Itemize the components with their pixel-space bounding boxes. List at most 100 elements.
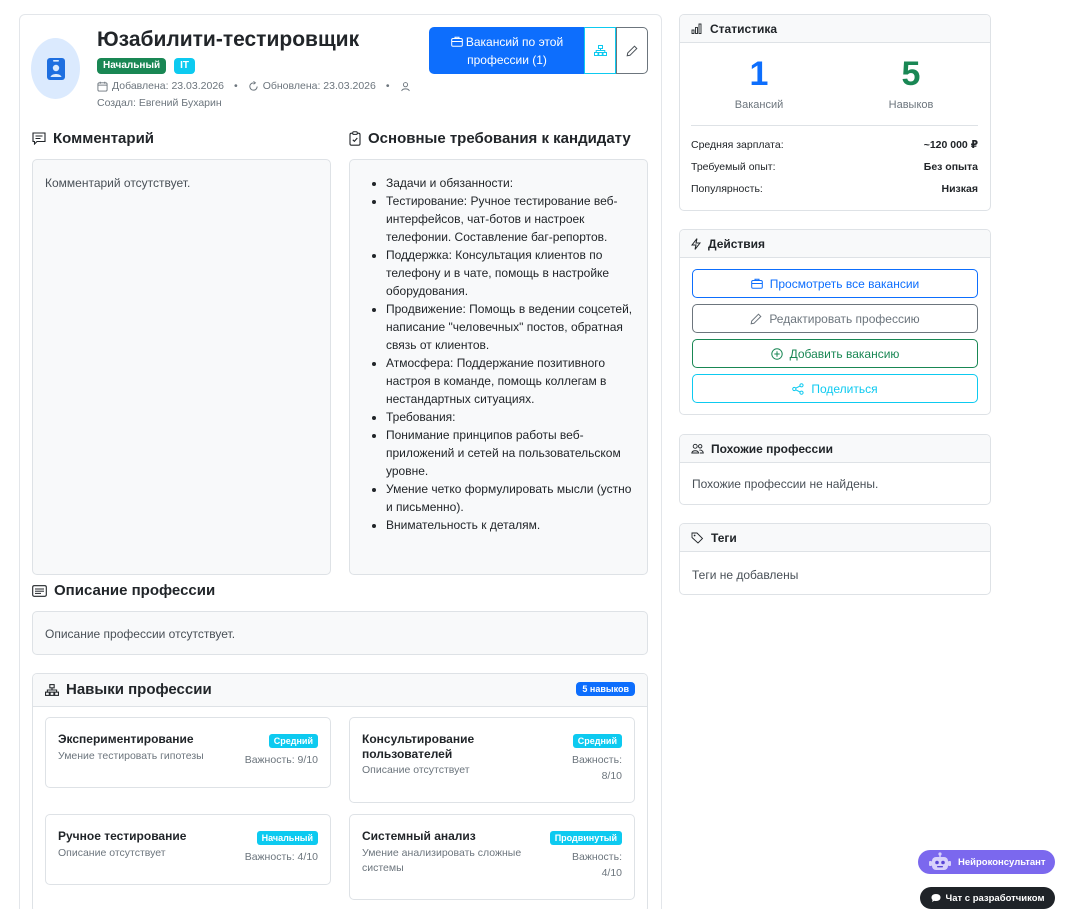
requirement-item: Умение четко формулировать мысли (устно … xyxy=(386,480,637,516)
added-date: Добавлена: 23.03.2026 xyxy=(112,80,225,92)
vacancies-by-profession-button[interactable]: Вакансий по этой профессии (1) xyxy=(429,27,585,74)
edit-profession-label: Редактировать профессию xyxy=(769,311,920,326)
plus-circle-icon xyxy=(770,347,783,360)
stats-divider xyxy=(691,125,978,126)
skill-level-badge: Начальный xyxy=(256,831,318,845)
similar-professions-card: Похожие профессии Похожие профессии не н… xyxy=(679,434,991,505)
profession-avatar xyxy=(31,38,80,99)
requirement-item: Задачи и обязанности: xyxy=(386,174,637,192)
bar-chart-icon xyxy=(691,23,702,34)
add-vacancy-button[interactable]: Добавить вакансию xyxy=(692,339,978,368)
skill-level-badge: Продвинутый xyxy=(549,831,622,845)
statistics-title: Статистика xyxy=(710,21,778,36)
requirement-item: Тестирование: Ручное тестирование веб-ин… xyxy=(386,192,637,246)
vacancies-button-label: Вакансий по этой профессии (1) xyxy=(465,35,564,67)
skill-description: Умение тестировать гипотезы xyxy=(58,750,204,762)
popularity-label: Популярность: xyxy=(691,183,763,195)
salary-row: Средняя зарплата: ~120 000 ₽ xyxy=(691,139,978,151)
profession-badges: Начальный IT xyxy=(97,58,196,74)
comment-section-title: Комментарий xyxy=(32,130,154,147)
actions-card: Действия Просмотреть все вакансии Редакт… xyxy=(679,229,991,415)
requirement-item: Продвижение: Помощь в ведении соцсетей, … xyxy=(386,300,637,354)
similar-professions-header: Похожие профессии xyxy=(680,435,990,463)
separator-dot: • xyxy=(385,80,390,92)
people-icon xyxy=(691,443,704,454)
actions-title: Действия xyxy=(708,236,766,251)
skill-card[interactable]: Консультирование пользователей Описание … xyxy=(349,717,635,803)
tags-text: Теги не добавлены xyxy=(692,568,799,582)
skills-count-badge: 5 навыков xyxy=(576,682,635,696)
comment-title-label: Комментарий xyxy=(53,130,155,147)
skill-importance: Важность: 4/10 xyxy=(572,851,622,879)
skills-title-label: Навыки профессии xyxy=(66,681,212,698)
level-badge: Начальный xyxy=(97,58,167,74)
statistics-header: Статистика xyxy=(680,15,990,43)
chat-with-developer-label: Чат с разработчиком xyxy=(945,892,1045,904)
clipboard-check-icon xyxy=(349,131,361,146)
skills-tree-button[interactable] xyxy=(584,27,616,74)
neuro-consultant-button[interactable]: Нейроконсультант xyxy=(918,850,1055,874)
lightning-icon xyxy=(691,237,701,250)
diagram-icon xyxy=(45,683,59,696)
person-icon xyxy=(400,81,410,91)
chat-with-developer-button[interactable]: Чат с разработчиком xyxy=(920,887,1055,909)
skills-header: Навыки профессии 5 навыков xyxy=(33,674,647,707)
share-icon xyxy=(792,382,804,395)
requirement-item: Атмосфера: Поддержание позитивного настр… xyxy=(386,354,637,408)
description-text: Описание профессии отсутствует. xyxy=(45,627,236,641)
salary-value: ~120 000 ₽ xyxy=(923,139,978,151)
skill-card[interactable]: Системный анализ Умение анализировать сл… xyxy=(349,814,635,900)
comment-box: Комментарий отсутствует. xyxy=(32,159,331,575)
description-box: Описание профессии отсутствует. xyxy=(32,611,648,655)
separator-dot: • xyxy=(234,80,238,92)
tags-icon xyxy=(691,532,704,544)
experience-value: Без опыта xyxy=(923,161,978,173)
requirements-box: Задачи и обязанности: Тестирование: Ручн… xyxy=(349,159,648,575)
skill-level-badge: Средний xyxy=(572,734,622,748)
skill-importance: Важность: 8/10 xyxy=(572,754,622,782)
skill-importance: Важность: 4/10 xyxy=(244,851,318,863)
chat-icon xyxy=(931,894,941,902)
edit-profession-action-button[interactable]: Редактировать профессию xyxy=(692,304,978,333)
page-title: Юзабилити-тестировщик xyxy=(97,28,360,51)
skill-name: Ручное тестирование xyxy=(58,829,187,843)
edit-profession-button[interactable] xyxy=(616,27,648,74)
salary-label: Средняя зарплата: xyxy=(691,139,784,151)
add-vacancy-label: Добавить вакансию xyxy=(789,346,900,361)
vacancies-count: 1 xyxy=(749,55,769,93)
card-text-icon xyxy=(32,584,47,597)
experience-label: Требуемый опыт: xyxy=(691,161,776,173)
popularity-row: Популярность: Низкая xyxy=(691,183,978,195)
view-all-vacancies-button[interactable]: Просмотреть все вакансии xyxy=(692,269,978,298)
updated-date: Обновлена: 23.03.2026 xyxy=(262,80,376,92)
calendar-icon xyxy=(97,81,108,92)
skill-name: Экспериментирование xyxy=(58,732,194,746)
skills-count-label: Навыков xyxy=(888,99,934,111)
requirements-title-label: Основные требования к кандидату xyxy=(368,130,631,147)
view-all-vacancies-label: Просмотреть все вакансии xyxy=(769,276,920,291)
diagram-icon xyxy=(593,45,607,56)
chat-text-icon xyxy=(32,132,46,145)
requirement-item: Внимательность к деталям. xyxy=(386,516,637,534)
requirements-list: Задачи и обязанности: Тестирование: Ручн… xyxy=(350,160,647,534)
description-section-title: Описание профессии xyxy=(32,582,215,599)
skill-name: Консультирование пользователей xyxy=(362,732,475,761)
popularity-value: Низкая xyxy=(941,183,978,195)
briefcase-icon xyxy=(451,36,463,47)
requirements-section-title: Основные требования к кандидату xyxy=(349,130,631,147)
skill-card[interactable]: Экспериментирование Умение тестировать г… xyxy=(45,717,331,788)
skills-count: 5 xyxy=(901,55,921,93)
similar-professions-text: Похожие профессии не найдены. xyxy=(692,477,879,491)
actions-header: Действия xyxy=(680,230,990,258)
skills-section-title: Навыки профессии xyxy=(45,681,212,698)
share-button[interactable]: Поделиться xyxy=(692,374,978,403)
neuro-consultant-label: Нейроконсультант xyxy=(958,856,1046,868)
skill-card[interactable]: Ручное тестирование Описание отсутствует… xyxy=(45,814,331,885)
skill-description: Описание отсутствует xyxy=(362,764,470,776)
requirement-item: Понимание принципов работы веб-приложени… xyxy=(386,426,637,480)
experience-row: Требуемый опыт: Без опыта xyxy=(691,161,978,173)
profession-meta: Добавлена: 23.03.2026 • Обновлена: 23.03… xyxy=(97,80,411,92)
statistics-card: Статистика 1 Вакансий 5 Навыков Средняя … xyxy=(679,14,991,211)
category-badge: IT xyxy=(174,58,196,74)
skill-description: Умение анализировать сложные системы xyxy=(362,847,522,874)
